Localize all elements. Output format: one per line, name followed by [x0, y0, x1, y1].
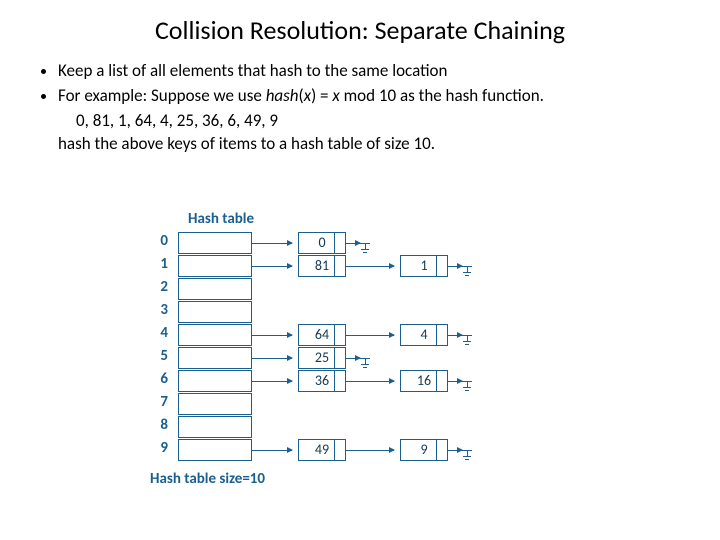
slot-2 [178, 278, 252, 300]
page-title: Collision Resolution: Separate Chaining [30, 14, 690, 46]
label-hashtable: Hash table [188, 210, 254, 228]
ground-icon [462, 450, 472, 464]
ground-icon [462, 335, 472, 349]
slot-5 [178, 347, 252, 369]
node-5-0: 25 [298, 347, 346, 369]
bullet-2: For example: Suppose we use hash(x) = x … [58, 85, 690, 108]
arrow [252, 335, 292, 336]
node-val: 25 [315, 349, 329, 366]
node-val: 9 [420, 441, 427, 458]
b2-x2: x [332, 85, 339, 106]
idx-2: 2 [154, 278, 168, 296]
node-val: 36 [315, 372, 329, 389]
arrow [252, 381, 292, 382]
node-0-0: 0 [298, 232, 346, 254]
idx-5: 5 [154, 347, 168, 365]
node-1-0: 81 [298, 255, 346, 277]
bullet-1: Keep a list of all elements that hash to… [58, 60, 690, 83]
slot-0 [178, 232, 252, 254]
arrow [346, 381, 394, 382]
node-4-1: 4 [400, 324, 448, 346]
ground-icon [462, 266, 472, 280]
node-val: 0 [318, 234, 325, 251]
node-val: 1 [420, 257, 427, 274]
arrow [346, 266, 394, 267]
idx-8: 8 [154, 416, 168, 434]
b2-x: x [304, 85, 311, 106]
idx-4: 4 [154, 324, 168, 342]
b2-tail: mod 10 as the hash function. [340, 85, 544, 106]
b2-pc: ) = [311, 85, 332, 106]
node-4-0: 64 [298, 324, 346, 346]
ground-icon [360, 243, 370, 257]
b2-pre: For example: Suppose we use [58, 85, 266, 106]
b2-fn: hash [266, 85, 299, 106]
slot-7 [178, 393, 252, 415]
arrow [448, 335, 462, 336]
arrow [252, 450, 292, 451]
slot-1 [178, 255, 252, 277]
idx-3: 3 [154, 301, 168, 319]
arrow [252, 243, 292, 244]
idx-0: 0 [154, 232, 168, 250]
bullet-list: Keep a list of all elements that hash to… [40, 60, 690, 108]
ground-icon [462, 381, 472, 395]
arrow [448, 266, 462, 267]
hash-diagram: Hash table Hash table size=10 0 1 2 3 4 … [150, 210, 590, 510]
label-size: Hash table size=10 [150, 470, 265, 488]
slot-6 [178, 370, 252, 392]
idx-7: 7 [154, 393, 168, 411]
node-6-1: 16 [400, 370, 448, 392]
node-val: 4 [420, 326, 427, 343]
arrow [252, 266, 292, 267]
arrow [346, 335, 394, 336]
node-val: 81 [315, 257, 329, 274]
slot-9 [178, 439, 252, 461]
arrow [448, 450, 462, 451]
node-val: 16 [417, 372, 431, 389]
idx-9: 9 [154, 439, 168, 457]
arrow [346, 243, 360, 244]
idx-1: 1 [154, 255, 168, 273]
node-val: 49 [315, 441, 329, 458]
node-1-1: 1 [400, 255, 448, 277]
slot-3 [178, 301, 252, 323]
arrow [346, 450, 394, 451]
node-9-0: 49 [298, 439, 346, 461]
idx-6: 6 [154, 370, 168, 388]
slot-4 [178, 324, 252, 346]
node-val: 64 [315, 326, 329, 343]
arrow [346, 358, 360, 359]
arrow [448, 381, 462, 382]
keys-line: 0, 81, 1, 64, 4, 25, 36, 6, 49, 9 [76, 110, 690, 133]
slot-8 [178, 416, 252, 438]
arrow [252, 358, 292, 359]
node-6-0: 36 [298, 370, 346, 392]
ground-icon [360, 358, 370, 372]
desc-line: hash the above keys of items to a hash t… [58, 133, 690, 156]
node-9-1: 9 [400, 439, 448, 461]
